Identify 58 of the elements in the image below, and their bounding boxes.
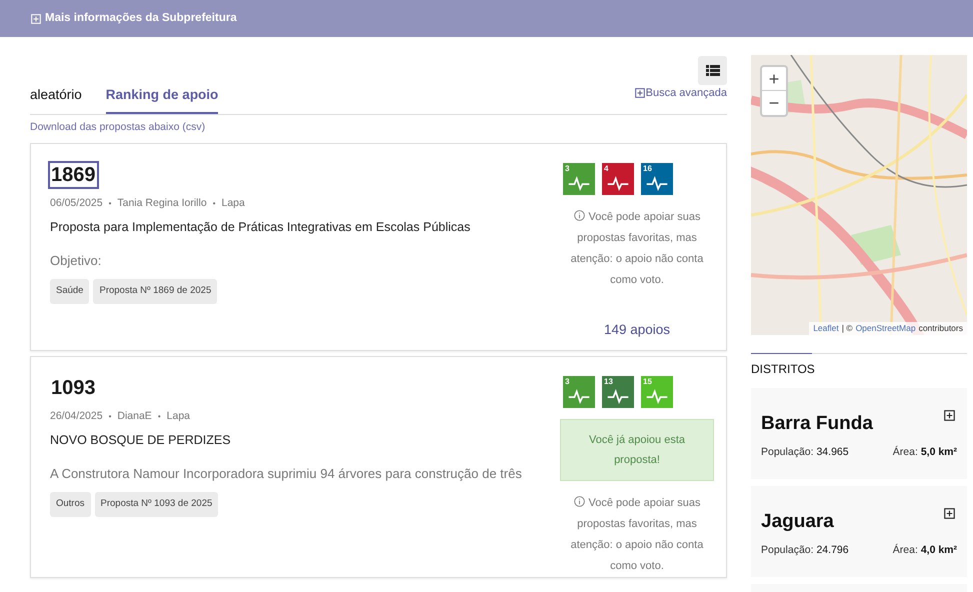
list-view-button[interactable] [698,56,727,85]
proposal-number[interactable]: 1093 [50,376,96,400]
proposal-summary: Objetivo: [50,252,102,270]
attribution-text: contributors [918,322,963,335]
goal-icon: 13 [602,376,634,408]
proposal-tag: Proposta Nº 1093 de 2025 [94,492,218,516]
openstreetmap-link[interactable]: OpenStreetMap [856,322,916,335]
separator-dot: • [212,198,216,210]
proposal-tag: Proposta Nº 1869 de 2025 [93,279,218,304]
goal-icon: 3 [563,163,595,196]
goal-icon: 3 [563,376,595,408]
goal-icon: 4 [602,163,634,196]
plus-square-icon [634,88,645,98]
advanced-search-link[interactable]: Busca avançada [634,85,727,102]
district-area: Área: 4,0 km² [892,542,957,558]
tab[interactable]: Ranking de apoio [106,85,218,114]
info-icon [574,496,585,508]
separator-dot: • [108,411,112,424]
proposal-district: Lapa [222,196,245,212]
proposal-district: Lapa [166,409,190,424]
goal-icon: 15 [641,376,673,408]
plus-square-icon [944,508,955,519]
download-link[interactable]: Download das propostas abaixo (csv) [30,120,206,136]
support-count: 149 apoios [604,321,670,339]
proposal-author: DianaE [117,409,152,424]
proposal-date: 26/04/2025 [50,409,103,424]
district-population: População: 34.965 [761,444,849,460]
district-name: Barra Funda [761,412,873,436]
proposal-author: Tania Regina Iorillo [117,196,207,212]
attribution-separator: | © [842,322,853,335]
proposal-date: 06/05/2025 [50,196,103,212]
zoom-in-button[interactable]: + [762,67,786,91]
proposal-title[interactable]: Proposta para Implementação de Práticas Integrativas em Escolas Públicas [50,218,544,237]
leaflet-link[interactable]: Leaflet [813,322,839,335]
map[interactable]: + − Leaflet | © OpenStreetMap contributors [751,55,967,335]
expand-button[interactable] [944,508,955,519]
support-info: Você pode apoiar suas propostas favoritas, mas atenção: o apoio não conta como voto. [570,495,704,574]
district-name: Jaguara [761,510,834,534]
support-confirmation: Você já apoiou esta proposta! [560,419,714,482]
proposal-number[interactable]: 1869 [50,163,96,188]
proposal-tag: Saúde [50,279,90,304]
plus-square-icon [944,410,955,421]
info-icon [574,210,585,222]
goal-icon: 16 [641,163,673,196]
district-area: Área: 5,0 km² [892,444,957,460]
proposal-title[interactable]: NOVO BOSQUE DE PERDIZES [50,431,544,450]
zoom-out-button[interactable]: − [762,91,786,115]
support-info: Você pode apoiar suas propostas favoritas, mas atenção: o apoio não conta como voto. [570,209,704,288]
tab[interactable]: aleatório [30,85,82,114]
proposal-tag: Outros [50,492,91,516]
separator-dot: • [108,198,112,210]
districts-heading: DISTRITOS [751,361,816,378]
expand-button[interactable] [944,410,955,421]
district-population: População: 24.796 [761,542,849,558]
list-icon [706,65,720,76]
plus-square-icon [31,14,41,24]
proposal-summary: A Construtora Namour Incorporadora suprimiu 94 árvores para construção de três [50,464,523,483]
separator-dot: • [158,411,161,424]
